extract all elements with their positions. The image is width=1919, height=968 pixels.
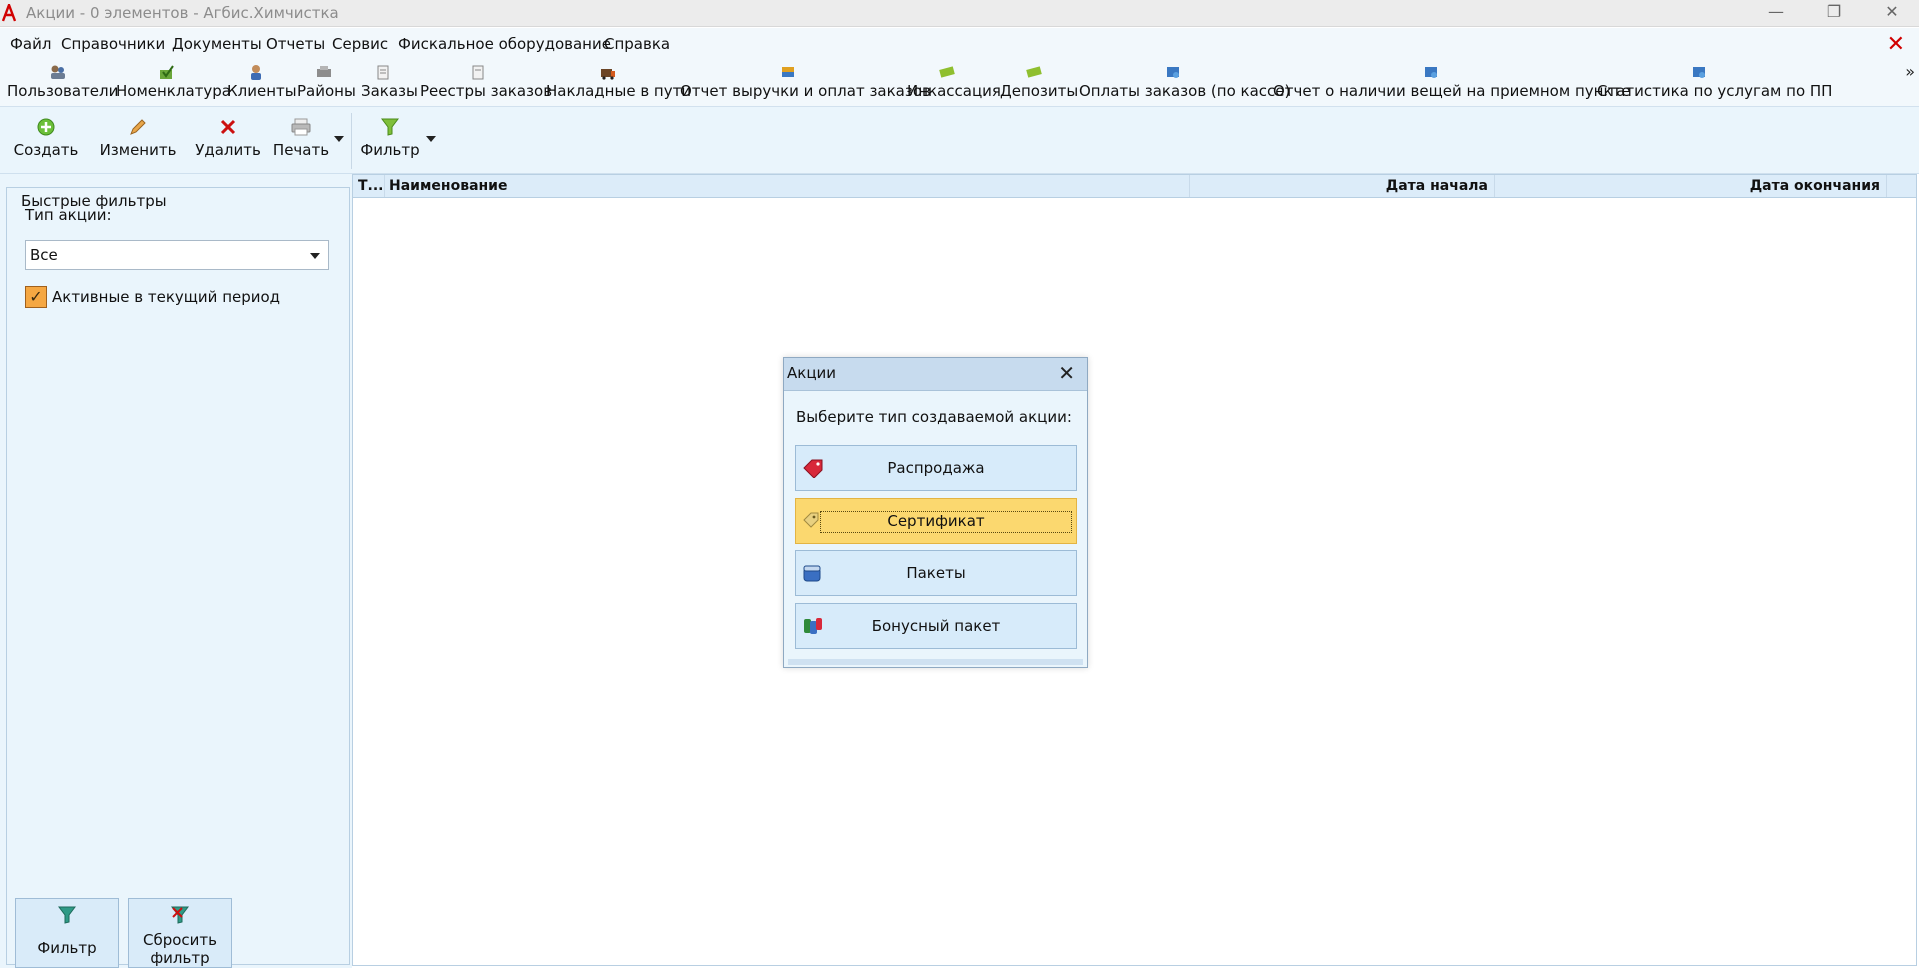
window-title: Акции - 0 элементов - Агбис.Химчистка <box>26 4 339 22</box>
menu-fiscal[interactable]: Фискальное оборудование <box>398 35 611 53</box>
reset-filter-label-line1: Сбросить <box>143 931 217 949</box>
grid-header: Т... Наименование Дата начала Дата оконч… <box>353 175 1916 198</box>
promo-type-value: Все <box>30 246 58 264</box>
dialog-close-icon[interactable]: ✕ <box>1058 361 1075 385</box>
menu-references[interactable]: Справочники <box>61 35 165 53</box>
reset-filter-label-line2: фильтр <box>150 949 210 967</box>
delete-icon <box>220 119 236 135</box>
column-type[interactable]: Т... <box>353 175 385 197</box>
revenue-report-icon <box>782 67 794 77</box>
menu-bar: Файл Справочники Документы Отчеты Сервис… <box>0 28 1919 60</box>
chevron-down-icon <box>310 253 320 259</box>
edit-button[interactable]: Изменить <box>96 107 180 173</box>
app-logo-icon <box>2 4 16 22</box>
filter-funnel-icon <box>58 906 76 924</box>
menu-file[interactable]: Файл <box>10 35 51 53</box>
column-start-date[interactable]: Дата начала <box>1190 175 1495 197</box>
promotions-grid[interactable]: Т... Наименование Дата начала Дата оконч… <box>352 174 1917 966</box>
dialog-bottom-strip <box>788 659 1083 665</box>
menu-service[interactable]: Сервис <box>332 35 388 53</box>
filter-button[interactable]: Фильтр <box>358 107 422 173</box>
filter-dropdown-arrow-icon[interactable] <box>426 136 436 142</box>
deposit-icon <box>1026 66 1042 78</box>
print-dropdown-arrow-icon[interactable] <box>334 136 344 142</box>
delete-button[interactable]: Удалить <box>192 107 264 173</box>
add-icon <box>37 118 55 136</box>
users-icon <box>51 65 65 79</box>
print-button[interactable]: Печать <box>270 107 332 173</box>
invoice-icon <box>601 69 615 80</box>
menu-documents[interactable]: Документы <box>172 35 262 53</box>
active-period-label: Активные в текущий период <box>52 288 281 306</box>
close-document-icon[interactable]: ✕ <box>1887 32 1905 57</box>
menu-reports[interactable]: Отчеты <box>266 35 325 53</box>
create-button[interactable]: Создать <box>8 107 84 173</box>
districts-icon <box>317 66 331 77</box>
encashment-icon <box>939 66 955 78</box>
option-packages-button[interactable]: Пакеты <box>795 550 1077 596</box>
option-sale-button[interactable]: Распродажа <box>795 445 1077 491</box>
toolbar: Создать Изменить Удалить Печать Фильтр <box>0 107 1919 174</box>
stock-report-icon <box>1425 67 1437 78</box>
statistics-icon <box>1693 67 1705 78</box>
pencil-icon <box>130 119 146 135</box>
active-period-checkbox[interactable]: ✓ <box>25 286 47 308</box>
quick-access-bar: Пользователи Номенклатура Клиенты Районы… <box>0 60 1919 107</box>
option-certificate-button[interactable]: Сертификат <box>795 498 1077 544</box>
registry-icon <box>472 65 484 80</box>
dialog-prompt: Выберите тип создаваемой акции: <box>796 408 1072 426</box>
restore-button[interactable]: ❐ <box>1811 0 1857 26</box>
promo-type-select[interactable]: Все <box>25 240 329 270</box>
column-end-date[interactable]: Дата окончания <box>1495 175 1887 197</box>
reset-filter-button[interactable]: Сбросить фильтр <box>128 898 232 968</box>
reset-filter-icon <box>171 906 189 924</box>
dialog-title: Акции <box>787 364 837 382</box>
apply-filter-button[interactable]: Фильтр <box>15 898 119 968</box>
option-bonus-package-button[interactable]: Бонусный пакет <box>795 603 1077 649</box>
minimize-button[interactable]: — <box>1753 0 1799 26</box>
payments-icon <box>1167 67 1179 78</box>
printer-icon <box>291 118 311 136</box>
promo-type-label: Тип акции: <box>25 206 112 224</box>
promo-type-dialog: Акции ✕ Выберите тип создаваемой акции: … <box>783 357 1088 668</box>
nomenclature-icon <box>160 65 174 79</box>
dialog-title-bar: Акции ✕ <box>784 358 1087 391</box>
column-name[interactable]: Наименование <box>385 175 1190 197</box>
quick-filters-pane: Быстрые фильтры Тип акции: Все ✓ Активны… <box>0 174 352 968</box>
menu-help[interactable]: Справка <box>604 35 670 53</box>
toolbar-separator <box>351 113 352 169</box>
window-close-button[interactable]: ✕ <box>1869 0 1915 26</box>
title-bar: Акции - 0 элементов - Агбис.Химчистка — … <box>0 0 1919 27</box>
client-icon <box>251 65 261 80</box>
overflow-chevron-icon[interactable]: » <box>1905 62 1915 81</box>
orders-icon <box>377 65 389 80</box>
filter-funnel-icon <box>381 118 399 136</box>
